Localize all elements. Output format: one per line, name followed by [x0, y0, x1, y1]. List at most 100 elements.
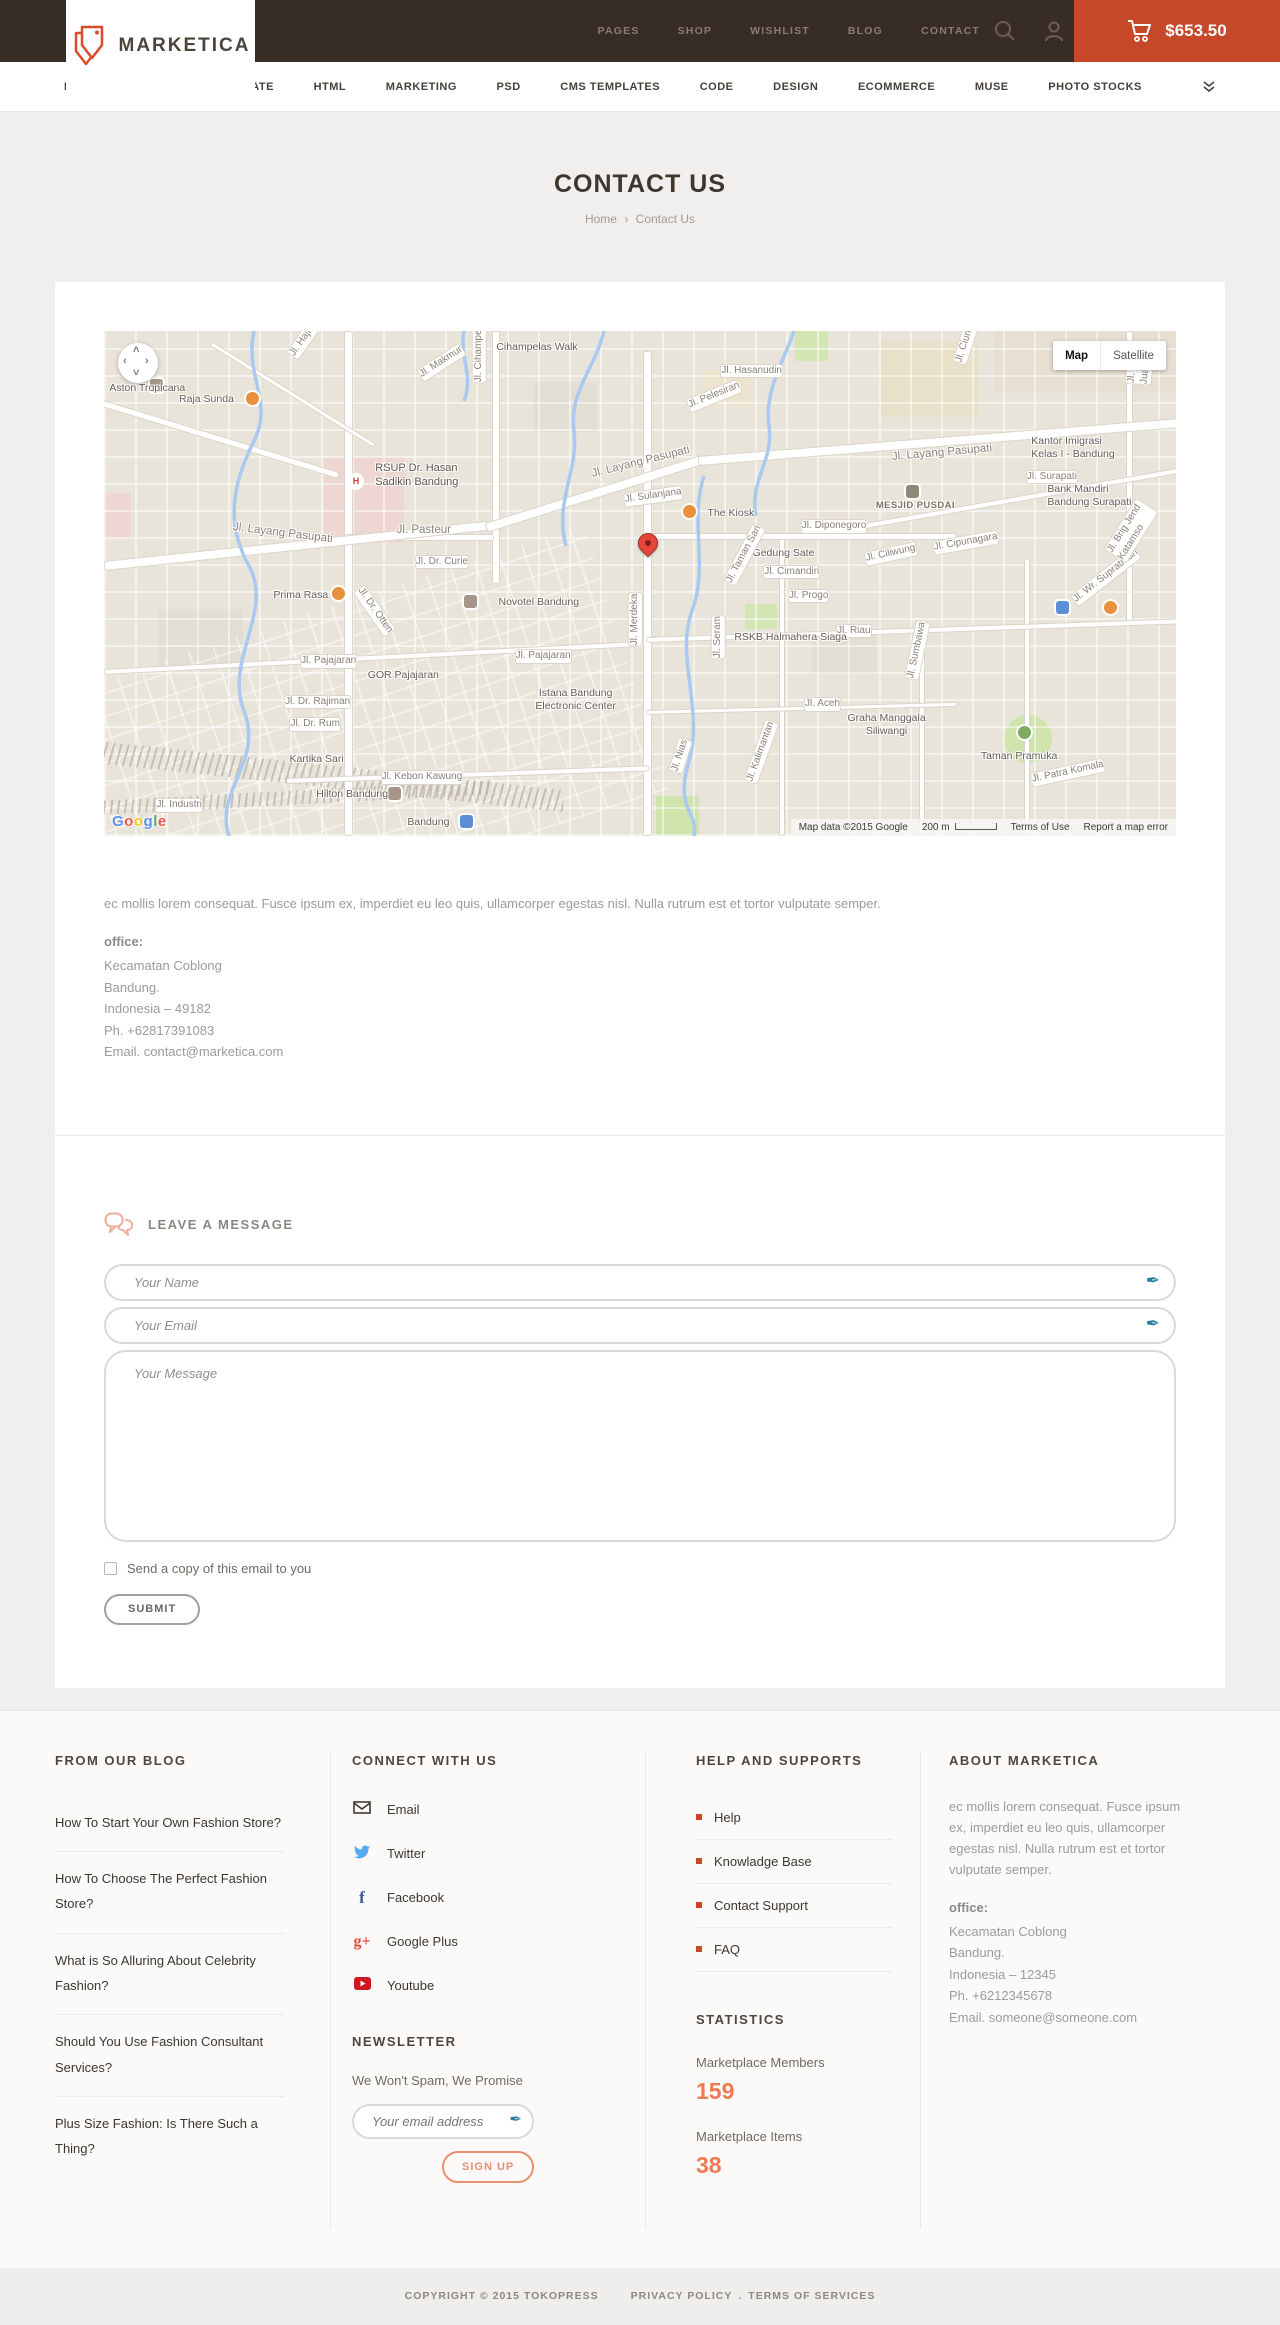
search-icon[interactable] [994, 20, 1016, 42]
social-link-googleplus[interactable]: g+ Google Plus [352, 1928, 603, 1956]
signup-button[interactable]: SIGN UP [442, 2150, 535, 2183]
map-poi-mosque-icon [905, 485, 919, 499]
map-label: Jl. Cimandiri [763, 564, 821, 580]
about-text: ec mollis lorem consequat. Fusce ipsum e… [949, 1798, 1181, 1877]
office-label: office: [949, 1899, 988, 1915]
send-copy-label[interactable]: Send a copy of this email to you [127, 1561, 311, 1576]
map-label: Jl. Seram [711, 614, 726, 659]
map-label: Jl. Aceh [804, 697, 842, 712]
send-copy-checkbox[interactable] [104, 1561, 117, 1575]
map-label: Novotel Bandung [498, 596, 580, 609]
footer-connect-heading: CONNECT WITH US [352, 1752, 498, 1768]
map-type-map-button[interactable]: Map [1053, 341, 1101, 370]
price-tag-icon [74, 25, 103, 66]
map-label: RSKB Halmahera Siaga [734, 631, 847, 644]
map-label: Istana Bandung Electronic Center [535, 687, 616, 713]
submit-button[interactable]: SUBMIT [104, 1593, 201, 1625]
help-link[interactable]: FAQ [696, 1928, 892, 1972]
copyright-bar: COPYRIGHT © 2015 TOKOPRESS PRIVACY POLIC… [0, 2267, 1280, 2325]
top-nav-pages[interactable]: PAGES [598, 25, 640, 37]
nav-ecommerce[interactable]: ECOMMERCE [858, 81, 935, 93]
map-poi-food-icon [245, 391, 259, 405]
map-label: Bandung [407, 815, 450, 828]
top-nav: PAGES SHOP WISHLIST BLOG CONTACT [598, 0, 980, 62]
map-label: The Kiosk [707, 506, 755, 519]
contact-card: Aston Tropicana Raja Sunda Jl. Haji Yasin J… [55, 282, 1225, 1135]
map-poi-museum-icon [1055, 601, 1069, 615]
address-line: Kecamatan Coblong [949, 1923, 1067, 1939]
pan-up-icon[interactable]: ˄ [133, 344, 139, 356]
footer-help-column: HELP AND SUPPORTS Help Knowladge Base Co… [645, 1750, 920, 2228]
pan-down-icon[interactable]: ˅ [133, 367, 139, 379]
nav-code[interactable]: CODE [700, 81, 734, 93]
pan-right-icon[interactable]: › [145, 355, 149, 367]
footer-about-column: ABOUT MARKETICA ec mollis lorem consequa… [920, 1750, 1225, 2228]
nav-marketing[interactable]: MARKETING [386, 81, 457, 93]
twitter-icon [352, 1845, 372, 1863]
cart-button[interactable]: $653.50 [1074, 0, 1280, 62]
breadcrumb-current: Contact Us [635, 212, 696, 226]
map-poi-hotel-icon [464, 594, 478, 608]
breadcrumb: Home › Contact Us [0, 212, 1280, 226]
help-link[interactable]: Contact Support [696, 1884, 892, 1928]
blog-post-link[interactable]: Should You Use Fashion Consultant Servic… [55, 2015, 285, 2097]
user-icon[interactable] [1044, 20, 1064, 42]
map-label: Cihampelas Walk [496, 341, 578, 354]
map-type-satellite-button[interactable]: Satellite [1100, 341, 1166, 370]
social-link-email[interactable]: Email [352, 1796, 603, 1824]
blog-post-link[interactable]: What is So Alluring About Celebrity Fash… [55, 1934, 285, 2016]
privacy-policy-link[interactable]: PRIVACY POLICY [631, 2290, 733, 2302]
map-report-error-link[interactable]: Report a map error [1084, 822, 1168, 833]
social-link-youtube[interactable]: Youtube [352, 1972, 603, 2000]
top-nav-blog[interactable]: BLOG [848, 25, 883, 37]
google-map[interactable]: Aston Tropicana Raja Sunda Jl. Haji Yasin J… [104, 331, 1176, 836]
google-logo[interactable]: Google [112, 813, 167, 830]
nav-design[interactable]: DESIGN [773, 81, 818, 93]
nav-muse[interactable]: MUSE [975, 81, 1009, 93]
top-nav-wishlist[interactable]: WISHLIST [750, 25, 810, 37]
form-heading: LEAVE A MESSAGE [148, 1217, 294, 1232]
social-link-facebook[interactable]: f Facebook [352, 1884, 603, 1912]
blog-post-link[interactable]: Plus Size Fashion: Is There Such a Thing… [55, 2097, 285, 2178]
newsletter-tagline: We Won't Spam, We Promise [352, 2072, 523, 2088]
nav-psd[interactable]: PSD [497, 81, 521, 93]
footer: FROM OUR BLOG How To Start Your Own Fash… [0, 1709, 1280, 2268]
top-nav-shop[interactable]: SHOP [678, 25, 713, 37]
page-title: CONTACT US [553, 170, 727, 198]
top-nav-contact[interactable]: CONTACT [921, 25, 980, 37]
nav-html[interactable]: HTML [314, 81, 347, 93]
nav-photo-stocks[interactable]: PHOTO STOCKS [1048, 81, 1142, 93]
map-poi-hotel-icon [388, 786, 402, 800]
help-link[interactable]: Help [696, 1796, 892, 1840]
map-pan-control[interactable]: ˄ ˅ ‹ › [118, 343, 158, 383]
top-bar: MARKETICA PAGES SHOP WISHLIST BLOG CONTA… [0, 0, 1280, 92]
help-link[interactable]: Knowladge Base [696, 1840, 892, 1884]
map-label: Jl. Cihampelas [471, 331, 487, 384]
pan-left-icon[interactable]: ‹ [123, 355, 127, 367]
newsletter-email-input[interactable] [352, 2103, 534, 2139]
map-terms-link[interactable]: Terms of Use [1011, 822, 1070, 833]
newsletter-heading: NEWSLETTER [352, 2033, 457, 2049]
nav-cms-templates[interactable]: CMS TEMPLATES [560, 81, 660, 93]
message-textarea[interactable] [104, 1349, 1176, 1542]
social-link-twitter[interactable]: Twitter [352, 1840, 603, 1868]
cart-total: $653.50 [1165, 21, 1227, 40]
map-type-switch: Map Satellite [1053, 341, 1166, 370]
blog-post-link[interactable]: How To Choose The Perfect Fashion Store? [55, 1852, 285, 1934]
map-poi-train-icon [459, 814, 473, 828]
map-label: Prima Rasa [273, 588, 329, 601]
brand-logo[interactable]: MARKETICA [66, 0, 255, 92]
breadcrumb-home[interactable]: Home [585, 212, 617, 226]
map-label: GOR Pajajaran [367, 669, 439, 682]
blog-post-link[interactable]: How To Start Your Own Fashion Store? [55, 1796, 285, 1852]
chevron-double-down-icon[interactable] [1202, 80, 1216, 93]
stat-label: Marketplace Items [696, 2128, 803, 2144]
name-input[interactable] [104, 1263, 1176, 1301]
email-input[interactable] [104, 1306, 1176, 1344]
map-label: Jl. Hasanudin [720, 363, 783, 379]
bullet-icon [696, 1946, 702, 1952]
map-label: Graha Manggala Siliwangi [847, 712, 926, 738]
send-copy-row: Send a copy of this email to you [104, 1561, 1176, 1576]
terms-link[interactable]: TERMS OF SERVICES [748, 2290, 875, 2302]
map-label: Jl. Kebon Kawung [380, 770, 464, 785]
